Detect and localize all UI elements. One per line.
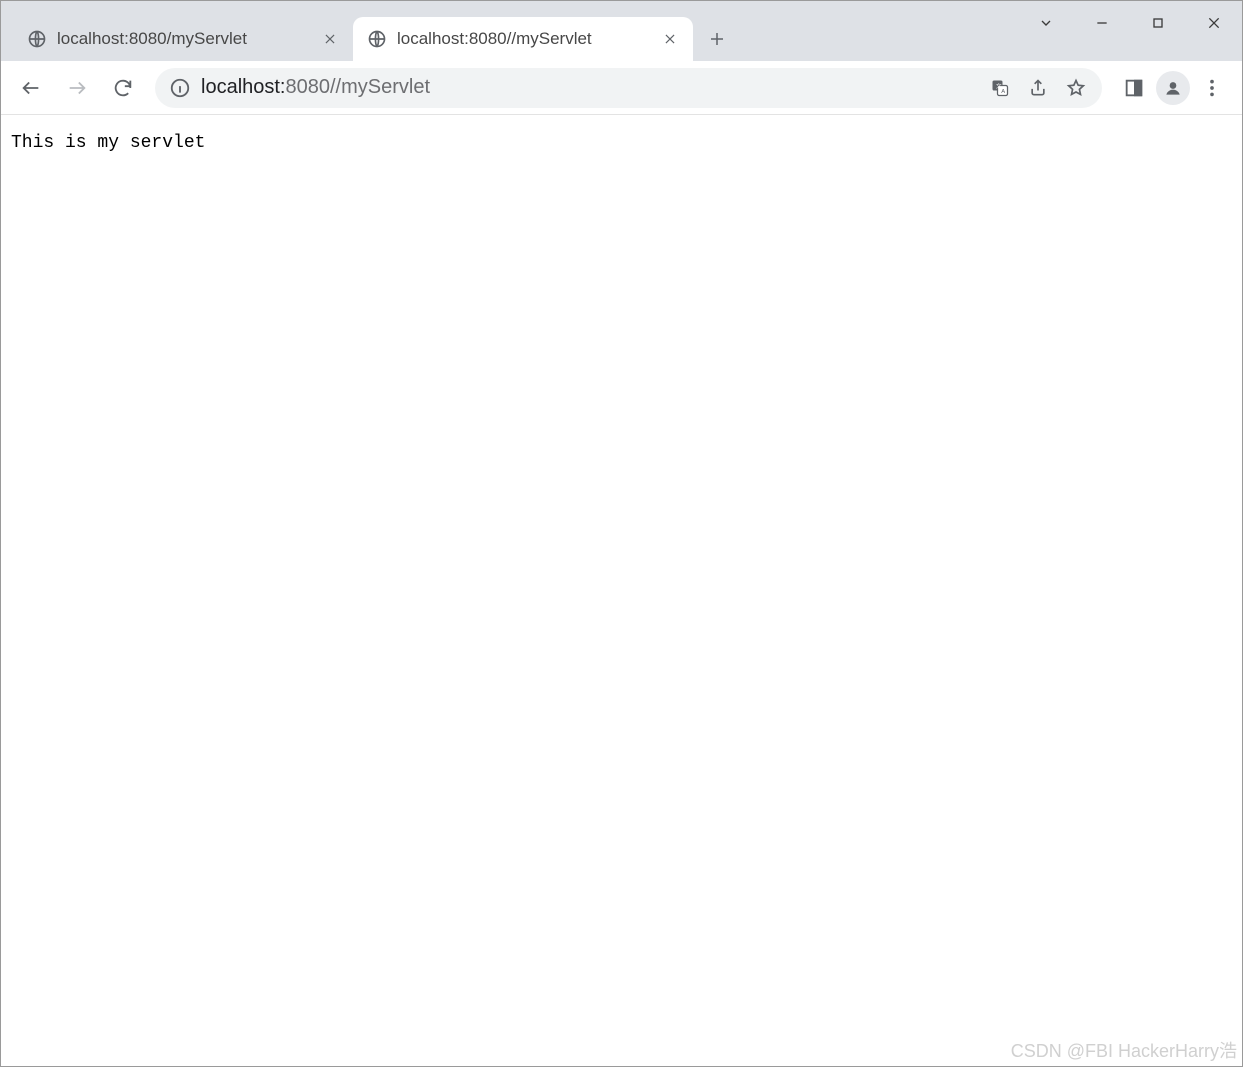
url-path: 8080//myServlet — [286, 76, 431, 98]
menu-button[interactable] — [1192, 68, 1232, 108]
close-icon[interactable] — [321, 30, 339, 48]
tab-title: localhost:8080/myServlet — [57, 29, 311, 49]
maximize-button[interactable] — [1130, 1, 1186, 45]
back-button[interactable] — [11, 68, 51, 108]
tab-1[interactable]: localhost:8080/myServlet — [13, 17, 353, 61]
globe-icon — [27, 29, 47, 49]
address-bar[interactable]: localhost:8080//myServlet 文A — [155, 68, 1102, 108]
url-text: localhost:8080//myServlet — [201, 76, 972, 99]
globe-icon — [367, 29, 387, 49]
reload-button[interactable] — [103, 68, 143, 108]
forward-button[interactable] — [57, 68, 97, 108]
tab-strip: localhost:8080/myServlet localhost:8080/… — [1, 1, 1242, 61]
omnibox-actions: 文A — [982, 70, 1094, 106]
site-info-icon[interactable] — [169, 77, 191, 99]
tab-2-active[interactable]: localhost:8080//myServlet — [353, 17, 693, 61]
close-icon[interactable] — [661, 30, 679, 48]
side-panel-icon[interactable] — [1114, 68, 1154, 108]
toolbar-right — [1114, 68, 1232, 108]
close-window-button[interactable] — [1186, 1, 1242, 45]
search-tabs-button[interactable] — [1018, 1, 1074, 45]
bookmark-star-icon[interactable] — [1058, 70, 1094, 106]
translate-icon[interactable]: 文A — [982, 70, 1018, 106]
tab-title: localhost:8080//myServlet — [397, 29, 651, 49]
url-host: localhost: — [201, 76, 286, 98]
toolbar: localhost:8080//myServlet 文A — [1, 61, 1242, 115]
minimize-button[interactable] — [1074, 1, 1130, 45]
new-tab-button[interactable] — [699, 21, 735, 57]
page-body-text: This is my servlet — [11, 133, 205, 153]
svg-text:A: A — [1001, 89, 1005, 95]
share-icon[interactable] — [1020, 70, 1056, 106]
profile-avatar[interactable] — [1156, 71, 1190, 105]
page-content: This is my servlet — [1, 115, 1242, 1066]
window-controls — [1018, 1, 1242, 45]
